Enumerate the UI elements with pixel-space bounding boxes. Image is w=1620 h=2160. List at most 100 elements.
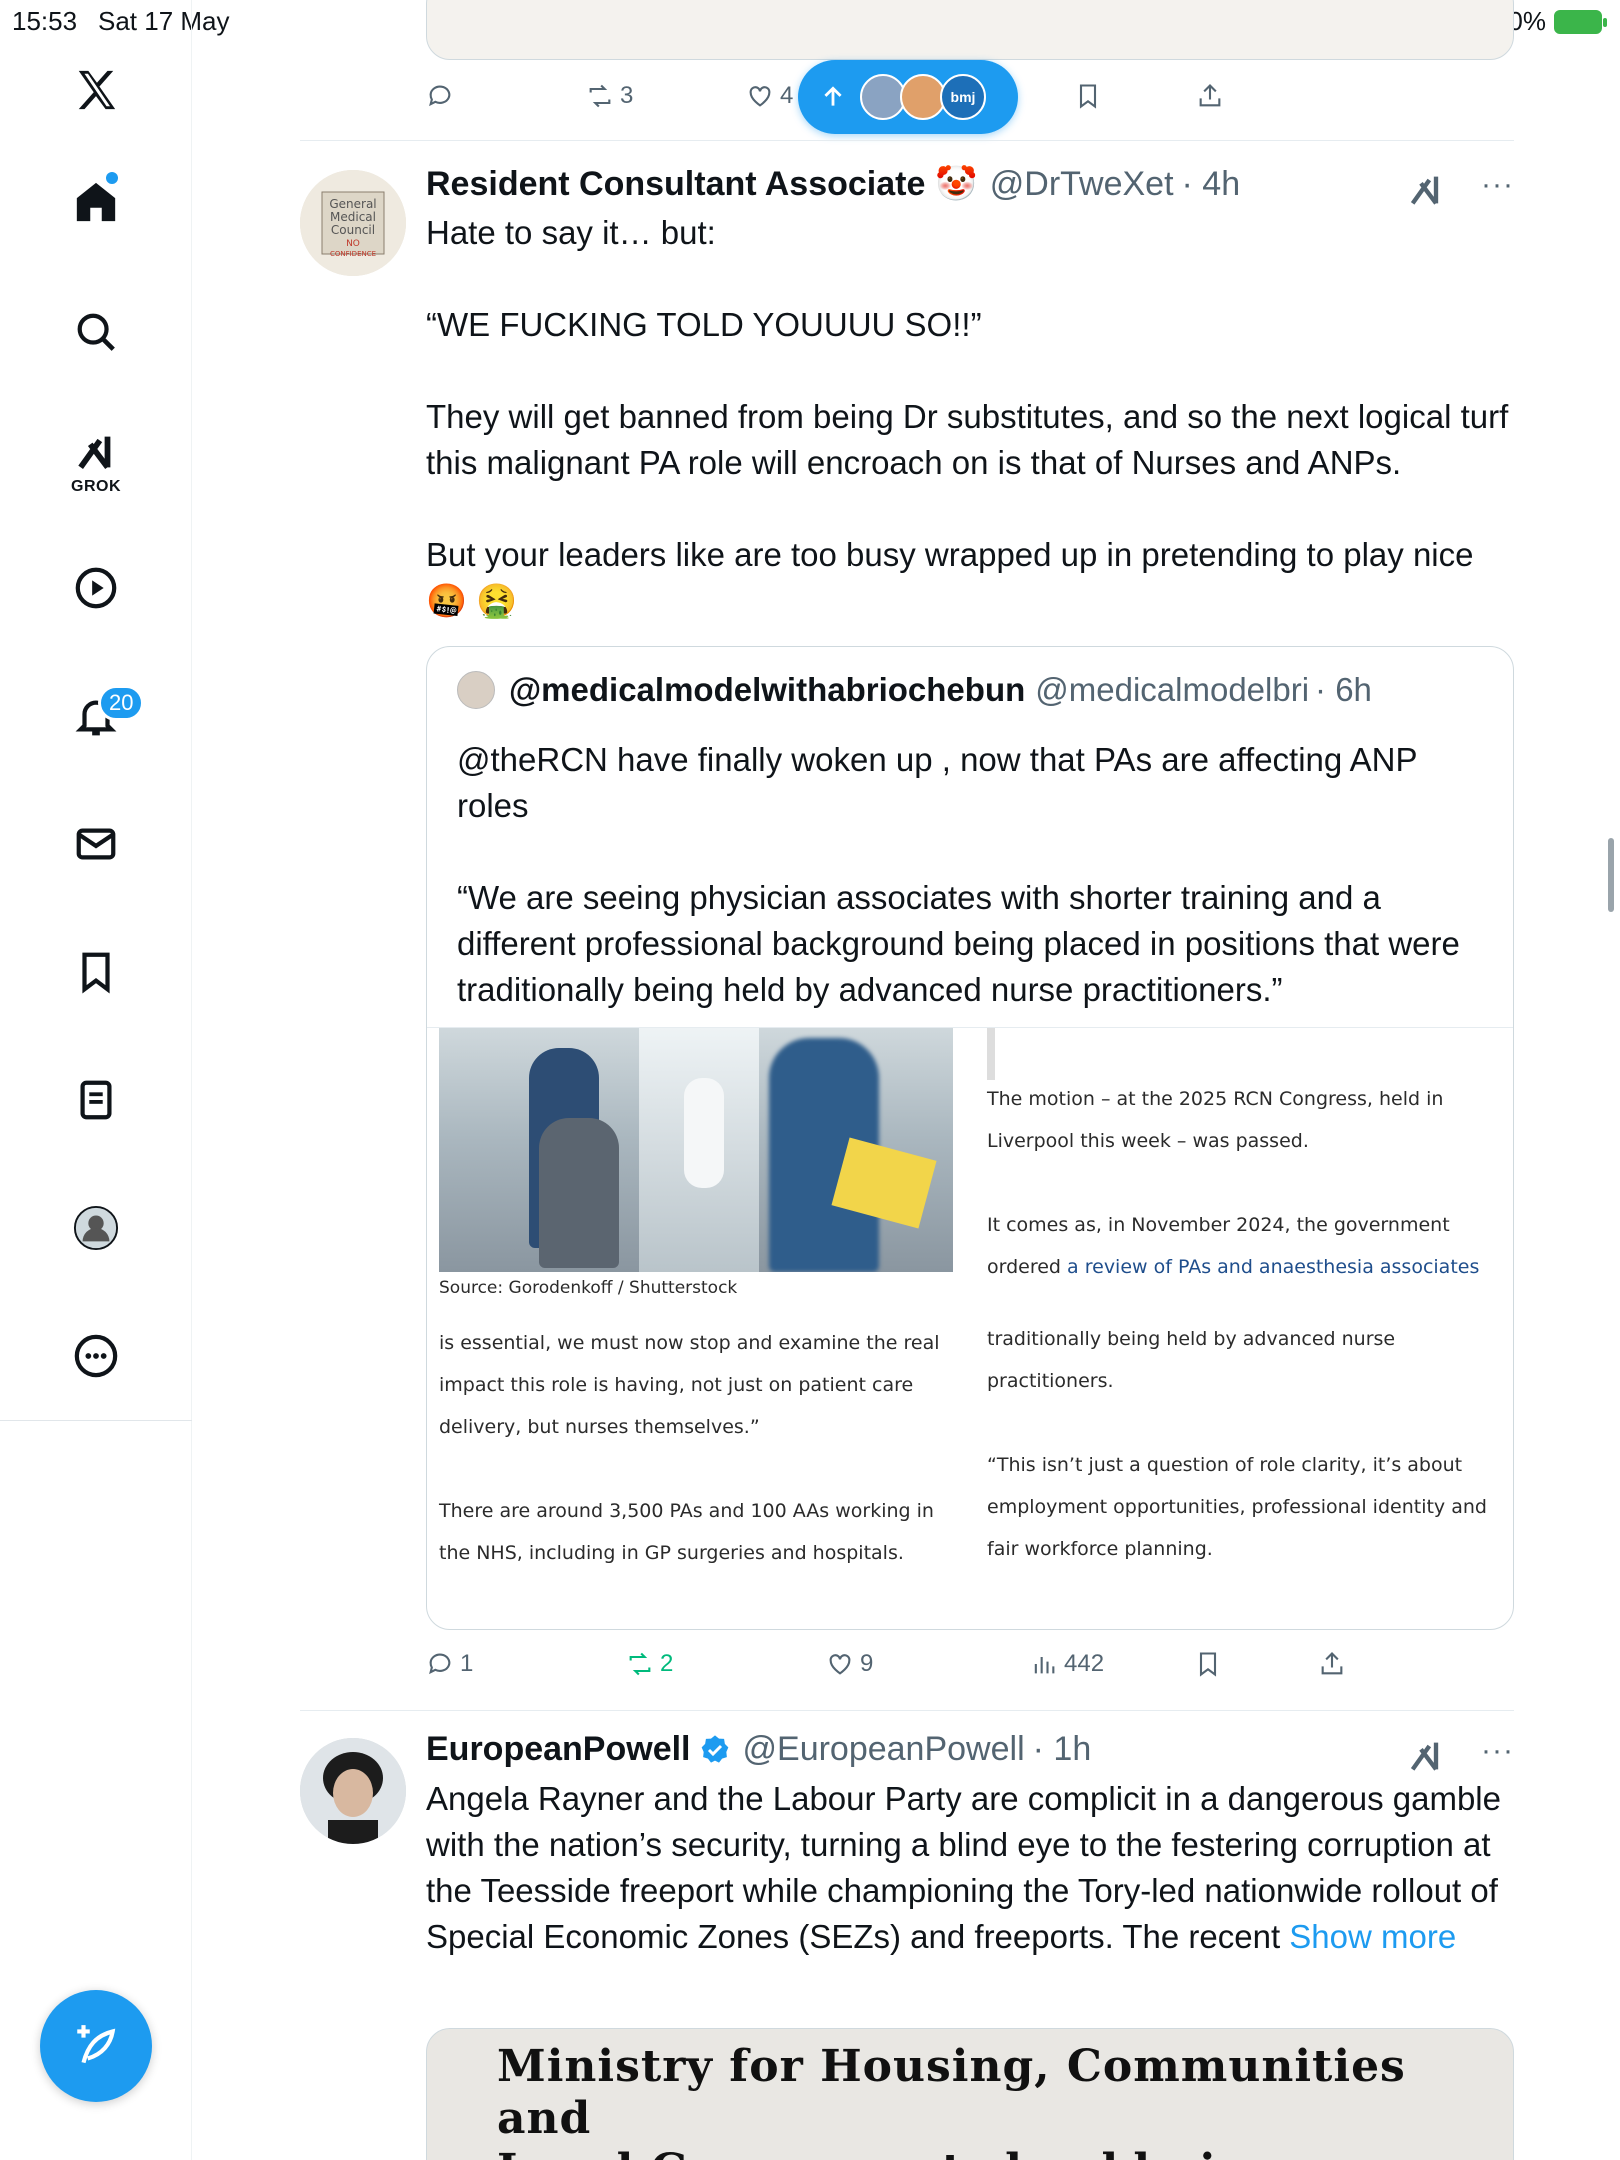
show-more-link[interactable]: Show more bbox=[1289, 1918, 1456, 1955]
newspaper-text: Ministry for Housing, Communities and Lo… bbox=[497, 2035, 1513, 2160]
video-icon[interactable] bbox=[60, 552, 132, 624]
views-chart-icon bbox=[1034, 1657, 1055, 1674]
tweet-more-icon[interactable]: ··· bbox=[1481, 1734, 1514, 1768]
article-line: There are around 3,500 PAs and 100 AAs w… bbox=[439, 1500, 934, 1522]
reply-button[interactable]: 1 bbox=[426, 1650, 473, 1678]
tweet-time[interactable]: · 4h bbox=[1182, 165, 1241, 204]
hospital-photo bbox=[439, 1028, 953, 1272]
photo-caption: Source: Gorodenkoff / Shutterstock bbox=[439, 1278, 738, 1298]
article-line: practitioners. bbox=[987, 1370, 1114, 1392]
scrollbar[interactable] bbox=[1608, 838, 1614, 912]
avatar-text-5: CONFIDENCE bbox=[330, 250, 376, 258]
tweet-more-icon[interactable]: ··· bbox=[1481, 168, 1514, 202]
repost-icon bbox=[629, 1652, 651, 1676]
messages-envelope-icon[interactable] bbox=[60, 808, 132, 880]
article-line: The motion – at the 2025 RCN Congress, h… bbox=[987, 1088, 1444, 1110]
compose-feather-icon bbox=[77, 2025, 116, 2064]
search-icon[interactable] bbox=[60, 296, 132, 368]
tweet-separator bbox=[300, 140, 1514, 141]
repost-icon bbox=[589, 84, 611, 108]
new-posts-pill[interactable]: bmj bbox=[798, 60, 1018, 134]
like-count: 4 bbox=[780, 82, 794, 109]
notifications-badge: 20 bbox=[98, 685, 145, 721]
author-handle[interactable]: @DrTweXet bbox=[990, 165, 1174, 204]
profile-avatar-icon[interactable] bbox=[60, 1192, 132, 1264]
tweet-line: Hate to say it… but: bbox=[426, 214, 716, 251]
article-link: a review of PAs and anaesthesia associat… bbox=[1067, 1256, 1480, 1278]
verified-badge-icon bbox=[701, 1734, 728, 1763]
newspaper-line: Ministry for Housing, Communities and bbox=[497, 2041, 1406, 2144]
tweet-line: They will get banned from being Dr subst… bbox=[426, 398, 1509, 481]
more-options-icon[interactable] bbox=[60, 1320, 132, 1392]
tweet-time[interactable]: · 1h bbox=[1033, 1730, 1092, 1769]
reply-count: 1 bbox=[460, 1650, 474, 1677]
grok-label: GROK bbox=[71, 478, 121, 495]
share-icon bbox=[1199, 84, 1221, 107]
avatar-text-3: Council bbox=[331, 223, 375, 237]
views-button[interactable]: 442 bbox=[1030, 1650, 1104, 1678]
reply-button[interactable] bbox=[426, 82, 454, 110]
bookmark-icon[interactable] bbox=[60, 936, 132, 1008]
article-line: traditionally being held by advanced nur… bbox=[987, 1328, 1396, 1350]
bookmark-icon bbox=[1079, 84, 1097, 109]
article-line: is essential, we must now stop and exami… bbox=[439, 1332, 940, 1354]
previous-tweet-media[interactable] bbox=[426, 0, 1514, 60]
avatar-text-1: General bbox=[329, 197, 376, 211]
pill-avatar-3: bmj bbox=[940, 74, 986, 120]
article-line: impact this role is having, not just on … bbox=[439, 1374, 914, 1396]
compose-post-button[interactable] bbox=[40, 1990, 152, 2102]
article-left-column: is essential, we must now stop and exami… bbox=[439, 1322, 959, 1574]
tweet-emojis: 🤬 🤮 bbox=[426, 582, 518, 619]
heart-icon bbox=[829, 1654, 851, 1675]
repost-button[interactable]: 2 bbox=[626, 1650, 673, 1678]
views-count: 442 bbox=[1064, 1650, 1105, 1677]
avatar-text-4: NO bbox=[346, 239, 360, 249]
tweet-header: EuropeanPowell @EuropeanPowell · 1h bbox=[426, 1730, 1091, 1769]
share-button[interactable] bbox=[1318, 1650, 1346, 1678]
battery-icon bbox=[1554, 9, 1607, 34]
arrow-up-icon bbox=[824, 86, 842, 106]
quote-text: @theRCN have finally woken up , now that… bbox=[457, 737, 1487, 1013]
quote-line: “We are seeing physician associates with… bbox=[457, 879, 1460, 1008]
author-avatar[interactable] bbox=[300, 1738, 406, 1844]
article-screenshot-image[interactable]: Source: Gorodenkoff / Shutterstock is es… bbox=[427, 1027, 1513, 1564]
sidebar-divider bbox=[0, 1420, 192, 1421]
tweet-image-newspaper-clipping[interactable]: Ministry for Housing, Communities and Lo… bbox=[426, 2028, 1514, 2160]
repost-count: 2 bbox=[660, 1650, 674, 1677]
bookmark-icon bbox=[1199, 1652, 1217, 1677]
avatar-text-2: Medical bbox=[330, 210, 376, 224]
reply-icon bbox=[429, 1653, 451, 1675]
author-avatar[interactable]: General Medical Council NO CONFIDENCE bbox=[300, 170, 406, 276]
quoted-tweet-card[interactable]: @medicalmodelwithabriochebun @medicalmod… bbox=[426, 646, 1514, 1630]
tweet-text: Angela Rayner and the Labour Party are c… bbox=[426, 1776, 1514, 1960]
bookmark-button[interactable] bbox=[1074, 82, 1102, 110]
article-line: ordered a review of PAs and anaesthesia … bbox=[987, 1256, 1480, 1278]
share-button[interactable] bbox=[1196, 82, 1224, 110]
article-line: Liverpool this week – was passed. bbox=[987, 1130, 1309, 1152]
author-name[interactable]: Resident Consultant Associate bbox=[426, 165, 925, 204]
home-icon[interactable] bbox=[60, 166, 132, 238]
sidebar: GROK 20 bbox=[0, 0, 192, 2160]
x-logo-icon[interactable] bbox=[60, 54, 132, 126]
article-line: employment opportunities, professional i… bbox=[987, 1496, 1487, 1518]
grok-explain-icon[interactable] bbox=[1406, 1736, 1446, 1776]
repost-button[interactable]: 3 bbox=[586, 82, 633, 110]
tweet-text: Hate to say it… but: “WE FUCKING TOLD YO… bbox=[426, 210, 1514, 624]
article-right-column-top: The motion – at the 2025 RCN Congress, h… bbox=[987, 1078, 1507, 1288]
quote-time: · 6h bbox=[1315, 671, 1372, 708]
home-unread-dot bbox=[106, 172, 118, 184]
author-handle[interactable]: @EuropeanPowell bbox=[743, 1730, 1025, 1769]
author-name[interactable]: EuropeanPowell bbox=[426, 1730, 691, 1769]
like-button[interactable]: 9 bbox=[826, 1650, 873, 1678]
article-line: “This isn’t just a question of role clar… bbox=[987, 1454, 1463, 1476]
like-button[interactable]: 4 bbox=[746, 82, 793, 110]
bookmark-button[interactable] bbox=[1194, 1650, 1222, 1678]
grok-explain-icon[interactable] bbox=[1406, 170, 1446, 210]
article-quote-bar bbox=[987, 1028, 995, 1080]
quote-header: @medicalmodelwithabriochebun @medicalmod… bbox=[457, 671, 1372, 709]
timeline: 3 4 bmj General Medical Council NO CONFI… bbox=[300, 0, 1514, 2160]
repost-count: 3 bbox=[620, 82, 634, 109]
tweet-line: But your leaders like are too busy wrapp… bbox=[426, 536, 1474, 573]
article-line: fair workforce planning. bbox=[987, 1538, 1213, 1560]
lists-icon[interactable] bbox=[60, 1064, 132, 1136]
